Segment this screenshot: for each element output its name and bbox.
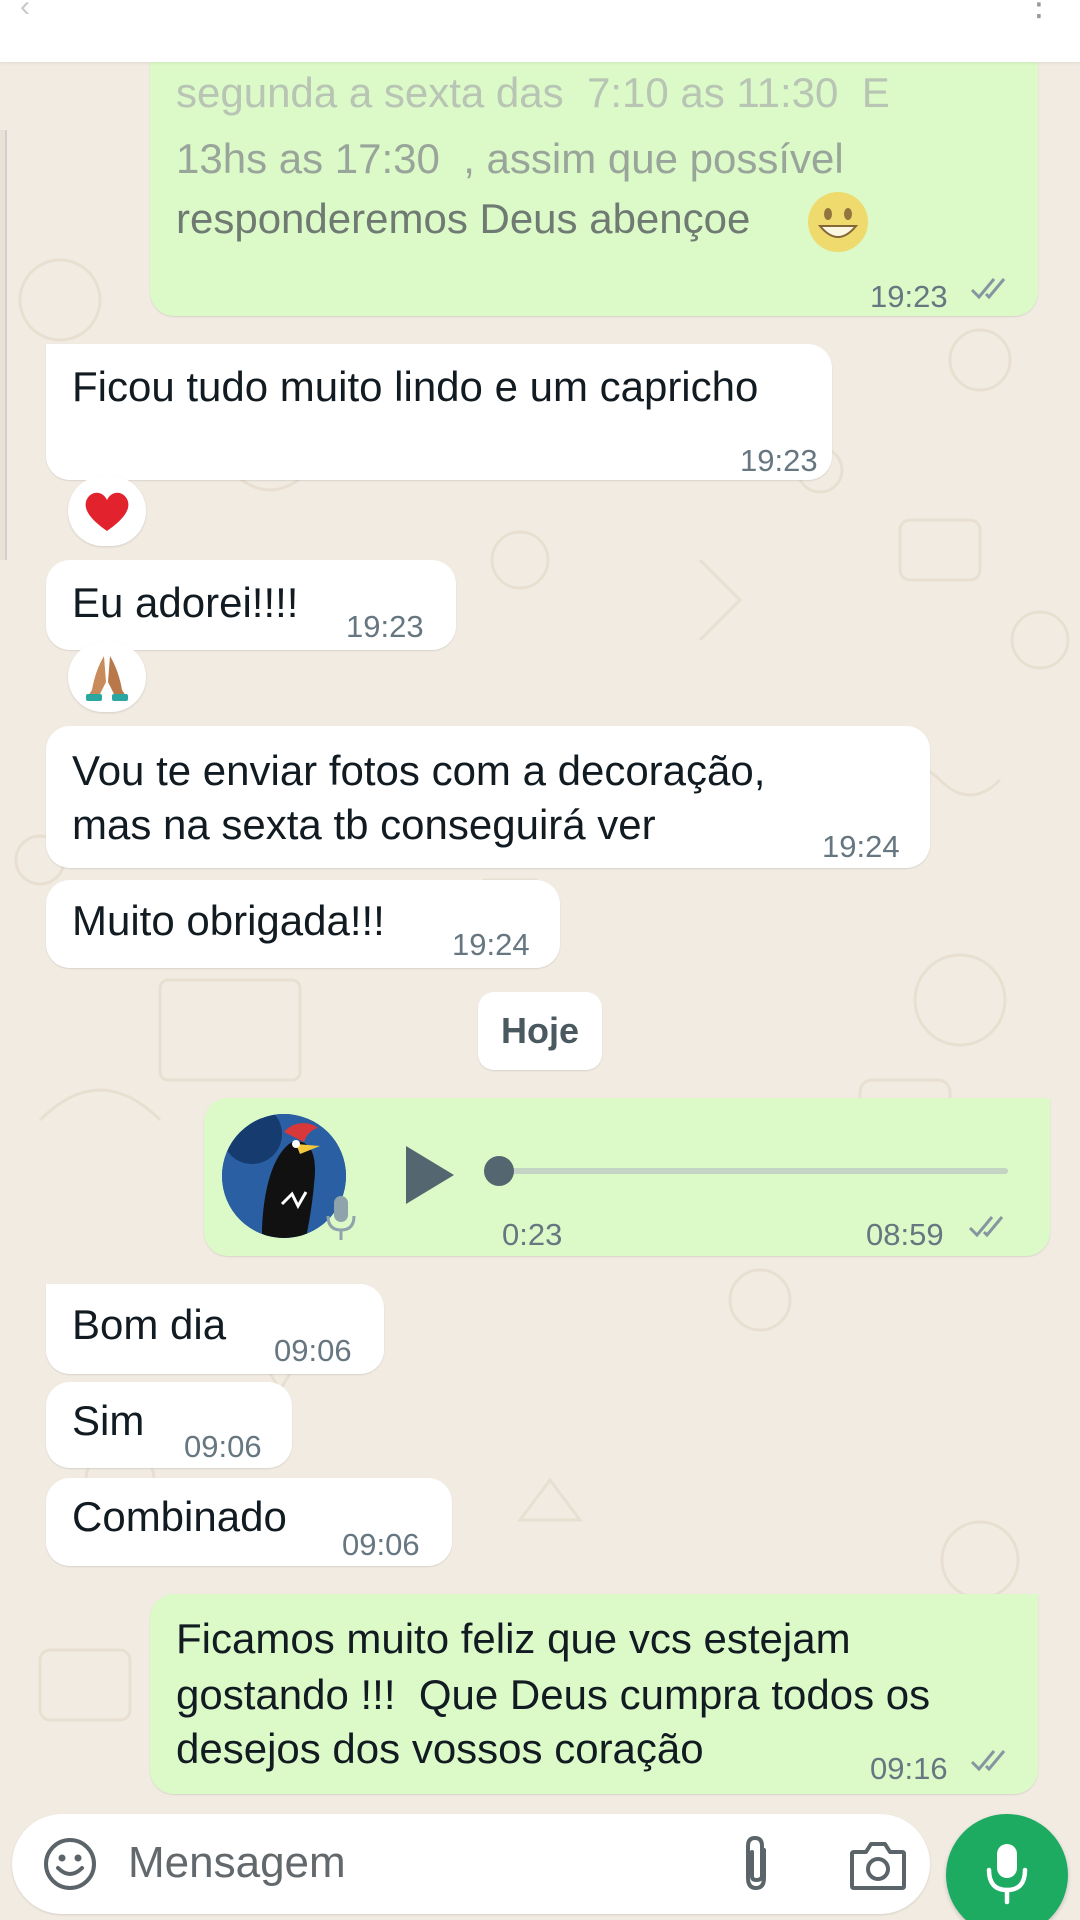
message-time: 19:24	[452, 927, 530, 962]
message-bubble-incoming[interactable]: Muito obrigada!!! 19:24	[46, 880, 560, 968]
read-receipt-icon	[970, 278, 1006, 300]
message-bubble-incoming[interactable]: Combinado 09:06	[46, 1478, 452, 1566]
message-bubble-incoming[interactable]: Ficou tudo muito lindo e um capricho 19:…	[46, 344, 832, 480]
message-bubble-incoming[interactable]: Bom dia 09:06	[46, 1284, 384, 1374]
message-text-line: segunda a sexta das 7:10 as 11:30 E	[176, 69, 890, 116]
message-time: 08:59	[866, 1217, 944, 1252]
message-text-line: mas na sexta tb conseguirá ver	[72, 801, 656, 848]
voice-note-bubble[interactable]: 0:23 08:59	[204, 1098, 1050, 1256]
message-bubble-incoming[interactable]: Vou te enviar fotos com a decoração, mas…	[46, 726, 930, 868]
message-text-line: responderemos Deus abençoe	[176, 195, 751, 242]
audio-progress-knob[interactable]	[484, 1156, 514, 1186]
message-text-line: Ficamos muito feliz que vcs estejam	[176, 1615, 851, 1662]
message-time: 19:23	[346, 609, 424, 644]
read-receipt-icon	[970, 1750, 1006, 1772]
chat-header: ‹ ⋮	[0, 0, 1080, 62]
more-vertical-icon[interactable]: ⋮	[1022, 0, 1056, 21]
message-text-line: Vou te enviar fotos com a decoração,	[72, 747, 766, 794]
message-text-line: Ficou tudo muito lindo e um capricho	[72, 363, 759, 410]
message-bubble-incoming[interactable]: Eu adorei!!!! 19:23	[46, 560, 456, 650]
message-reaction[interactable]	[68, 642, 146, 712]
emoji-icon[interactable]	[42, 1836, 98, 1892]
message-composer[interactable]: Mensagem	[12, 1814, 930, 1914]
message-time: 09:06	[274, 1333, 352, 1368]
message-time: 09:06	[342, 1527, 420, 1562]
folded-hands-icon	[86, 656, 128, 701]
message-reaction[interactable]	[68, 476, 146, 546]
audio-progress-track[interactable]	[488, 1168, 1008, 1174]
grinning-face-emoji	[808, 192, 868, 252]
scroll-edge	[0, 130, 7, 560]
message-text-line: Muito obrigada!!!	[72, 897, 385, 944]
message-time: 09:06	[184, 1429, 262, 1464]
paperclip-icon[interactable]	[736, 1834, 776, 1894]
play-icon[interactable]	[402, 1144, 456, 1206]
message-bubble-outgoing[interactable]: Ficamos muito feliz que vcs estejam gost…	[150, 1594, 1038, 1794]
message-text-line: Bom dia	[72, 1301, 227, 1348]
red-heart-icon	[85, 492, 129, 531]
message-time: 19:24	[822, 829, 900, 864]
microphone-icon	[986, 1844, 1028, 1905]
message-text-line: gostando !!! Que Deus cumpra todos os	[176, 1671, 931, 1718]
message-text-line: 13hs as 17:30 , assim que possível	[176, 135, 844, 182]
message-text-line: Sim	[72, 1397, 145, 1444]
date-divider: Hoje	[478, 992, 602, 1070]
voice-note-duration: 0:23	[502, 1217, 563, 1252]
message-time: 09:16	[870, 1751, 948, 1786]
camera-icon[interactable]	[848, 1838, 908, 1892]
message-text-line: Combinado	[72, 1493, 287, 1540]
message-bubble-incoming[interactable]: Sim 09:06	[46, 1382, 292, 1468]
message-bubble-outgoing[interactable]: segunda a sexta das 7:10 as 11:30 E 13hs…	[150, 40, 1038, 316]
microphone-icon	[326, 1196, 356, 1240]
message-time: 19:23	[870, 279, 948, 314]
message-text-line: Eu adorei!!!!	[72, 579, 299, 626]
message-input[interactable]: Mensagem	[128, 1838, 346, 1888]
message-time: 19:23	[740, 443, 818, 478]
read-receipt-icon	[968, 1216, 1004, 1238]
message-text-line: desejos dos vossos coração	[176, 1725, 704, 1772]
arrow-left-icon[interactable]: ‹	[20, 0, 30, 22]
